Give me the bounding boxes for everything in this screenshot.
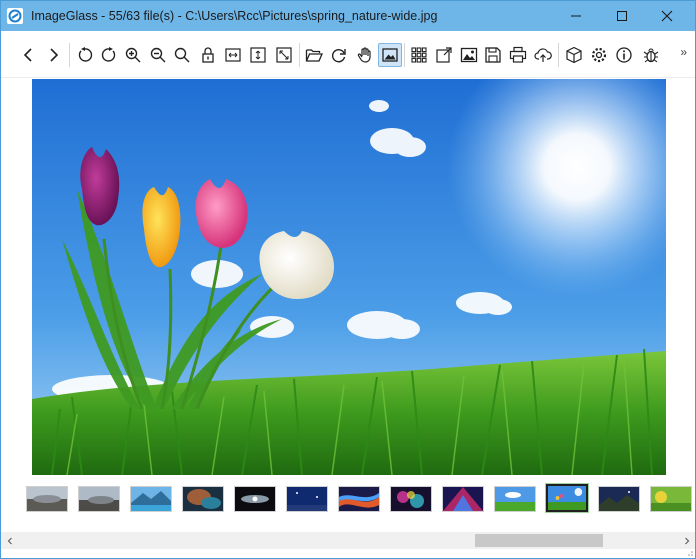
about-icon (616, 47, 632, 63)
open-file-button[interactable] (303, 44, 325, 66)
thumbnail[interactable] (650, 486, 692, 512)
toolbar-overflow-button[interactable]: » (680, 45, 687, 59)
refresh-button[interactable] (328, 44, 350, 66)
fullscreen-view-button[interactable] (378, 43, 402, 67)
toolbar: » (1, 31, 695, 78)
imageglass-logo-icon (7, 8, 23, 24)
extension-icon (566, 46, 582, 64)
next-icon (50, 48, 59, 62)
rotate-left-icon (78, 47, 93, 62)
print-button[interactable] (507, 44, 529, 66)
upload-button[interactable] (532, 44, 554, 66)
toolbar-separator (404, 43, 405, 67)
resize-grip-icon[interactable] (684, 549, 694, 557)
zoom-in-button[interactable] (122, 44, 144, 66)
thumbnail[interactable] (78, 486, 120, 512)
maximize-button[interactable] (599, 1, 645, 31)
save-button[interactable] (482, 44, 504, 66)
fit-height-button[interactable] (247, 44, 269, 66)
thumbnail[interactable] (338, 486, 380, 512)
thumbnail-scrollbar[interactable] (1, 532, 695, 549)
pan-hand-button[interactable] (354, 44, 376, 66)
scroll-left-button[interactable] (1, 532, 18, 549)
scrollbar-thumb[interactable] (475, 534, 603, 547)
print-icon (509, 46, 527, 63)
previous-image-button[interactable] (18, 44, 40, 66)
thumbnail-bar (1, 476, 695, 530)
slideshow-button[interactable] (458, 44, 480, 66)
next-image-button[interactable] (42, 44, 64, 66)
rotate-right-icon (101, 47, 116, 62)
open-file-icon (305, 49, 323, 62)
image-viewer[interactable] (1, 78, 695, 476)
previous-icon (23, 48, 32, 62)
thumbnail[interactable] (286, 486, 328, 512)
settings-icon (591, 47, 607, 63)
zoom-in-icon (125, 47, 141, 63)
chevron-left-icon (7, 537, 12, 544)
lock-zoom-icon (202, 47, 214, 63)
thumbnail-bar-button[interactable] (408, 44, 430, 66)
displayed-image (32, 79, 666, 475)
minimize-icon (571, 15, 581, 17)
refresh-icon (331, 49, 346, 63)
report-bug-icon (643, 48, 659, 63)
thumbnail[interactable] (442, 486, 484, 512)
thumbnail[interactable] (26, 486, 68, 512)
thumbnail-bar-icon (411, 47, 427, 63)
pan-hand-icon (357, 47, 371, 63)
fit-width-icon (225, 48, 241, 62)
fullscreen-view-icon (382, 48, 398, 62)
thumbnail[interactable] (390, 486, 432, 512)
thumbnail[interactable] (234, 486, 276, 512)
thumbnail[interactable] (130, 486, 172, 512)
actual-size-button[interactable] (171, 44, 193, 66)
minimize-button[interactable] (553, 1, 599, 31)
actual-size-icon (174, 47, 190, 63)
toolbar-separator (69, 43, 70, 67)
title-bar[interactable]: ImageGlass - 55/63 file(s) - C:\Users\Rc… (1, 1, 695, 31)
fit-height-icon (250, 47, 266, 63)
extension-button[interactable] (563, 44, 585, 66)
thumbnail[interactable] (494, 486, 536, 512)
fit-width-button[interactable] (222, 44, 244, 66)
maximize-icon (617, 11, 627, 21)
zoom-out-button[interactable] (147, 44, 169, 66)
app-window: ImageGlass - 55/63 file(s) - C:\Users\Rc… (0, 0, 696, 559)
scroll-right-button[interactable] (678, 532, 695, 549)
thumbnail-selected[interactable] (545, 483, 589, 513)
upload-icon (534, 48, 552, 62)
checkerboard-button[interactable] (433, 44, 455, 66)
thumbnail[interactable] (182, 486, 224, 512)
report-bug-button[interactable] (640, 44, 662, 66)
zoom-out-icon (150, 47, 166, 63)
thumbnail[interactable] (598, 486, 640, 512)
close-button[interactable] (644, 1, 690, 31)
toolbar-separator (558, 43, 559, 67)
slideshow-icon (460, 47, 478, 63)
lock-zoom-button[interactable] (197, 44, 219, 66)
settings-button[interactable] (588, 44, 610, 66)
scale-to-fit-icon (276, 47, 292, 63)
rotate-left-button[interactable] (74, 44, 96, 66)
rotate-right-button[interactable] (98, 44, 120, 66)
toolbar-separator (299, 43, 300, 67)
window-title: ImageGlass - 55/63 file(s) - C:\Users\Rc… (31, 9, 438, 23)
save-icon (485, 47, 501, 63)
close-icon (661, 10, 673, 22)
chevron-right-icon (684, 537, 689, 544)
scale-to-fit-button[interactable] (273, 44, 295, 66)
checkerboard-icon (436, 47, 452, 63)
about-button[interactable] (613, 44, 635, 66)
